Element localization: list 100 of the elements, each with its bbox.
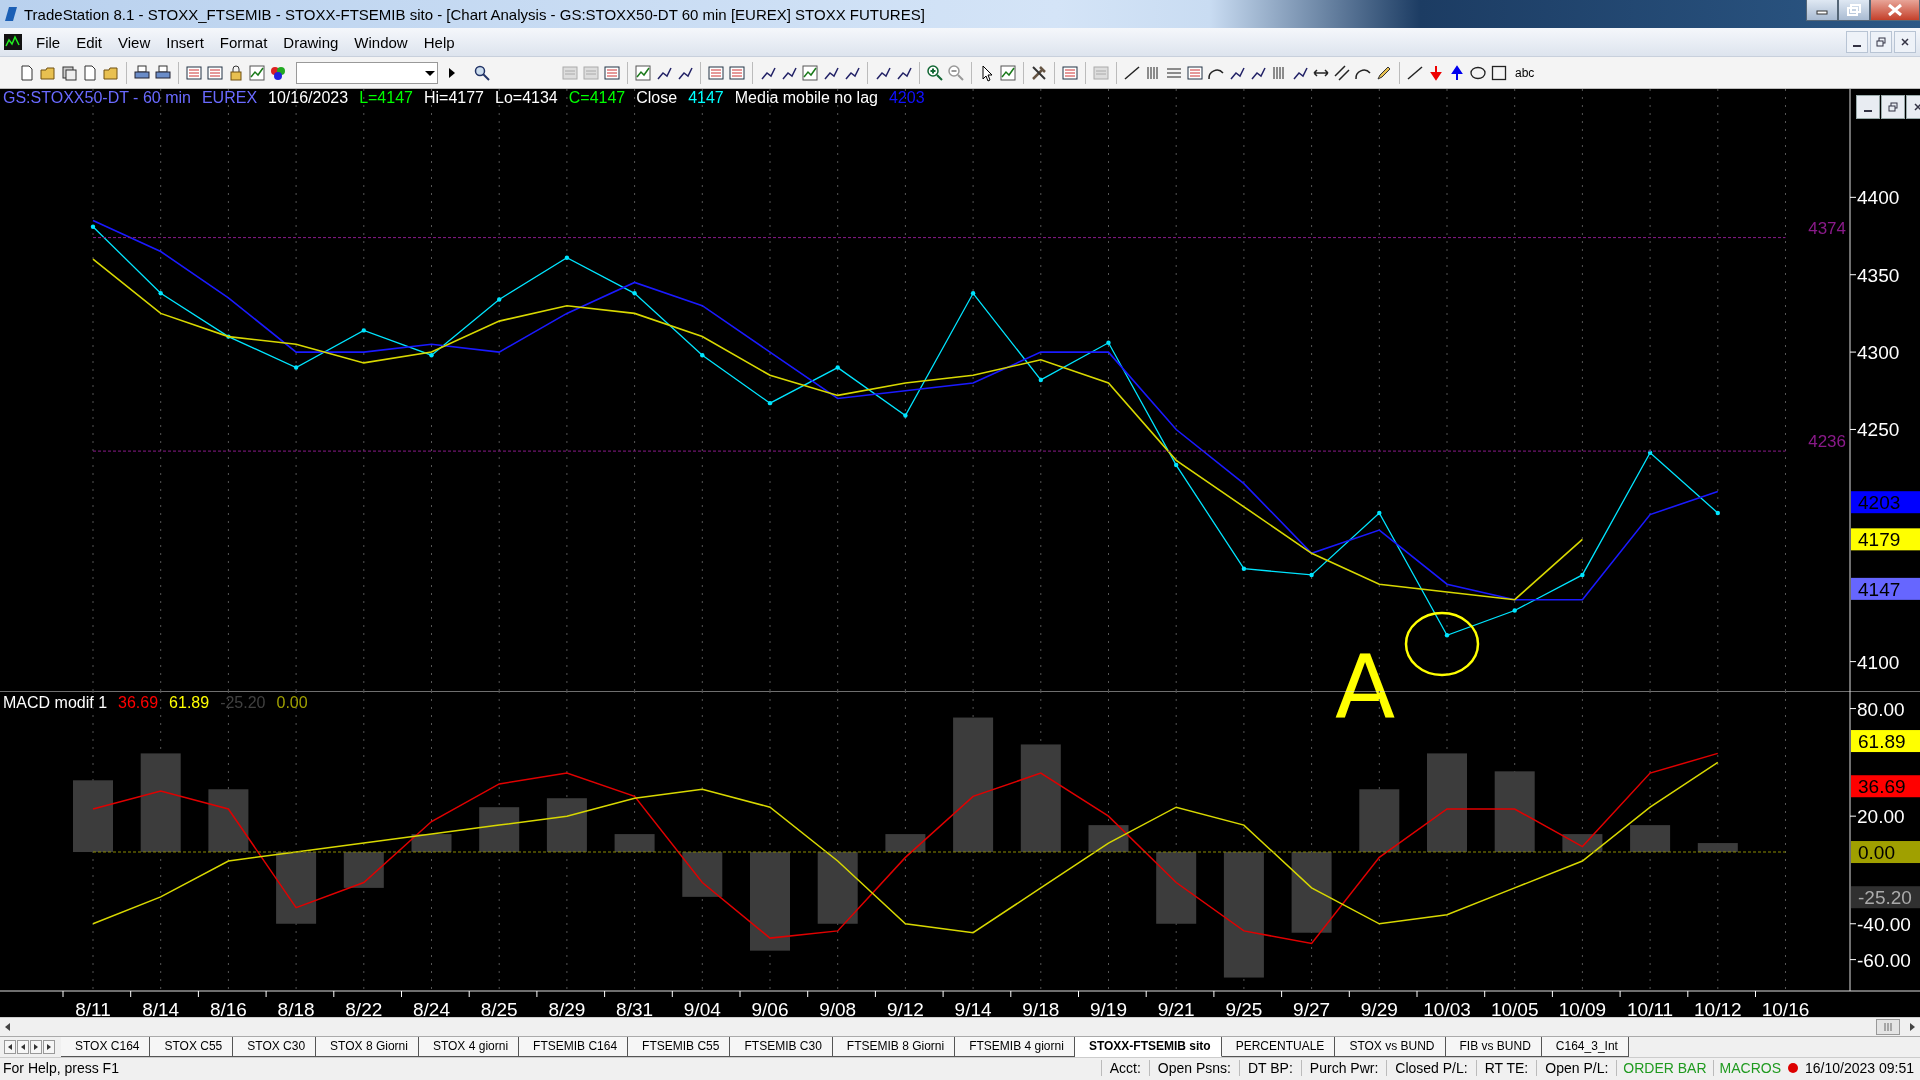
date-label: 10/09 [1558, 999, 1607, 1017]
date-label: 8/25 [480, 999, 518, 1017]
menu-item[interactable]: Edit [68, 33, 111, 51]
date-label: 8/29 [548, 999, 586, 1017]
axis-label: 4350 [1857, 264, 1900, 286]
legend-text: 4147 [688, 89, 724, 107]
axis-label: -40.00 [1857, 913, 1911, 935]
sheet-tab[interactable]: FTSEMIB C164 [519, 1037, 629, 1057]
diagonal-line-icon[interactable] [1123, 63, 1141, 82]
restore-icon [1888, 102, 1898, 112]
list-window-icon[interactable] [206, 63, 224, 82]
date-label: 8/22 [345, 999, 383, 1017]
new-document-icon[interactable] [81, 63, 99, 82]
close-button[interactable] [1894, 31, 1916, 53]
printer-icon[interactable] [133, 63, 151, 82]
handwritten-letter: A [1335, 635, 1396, 738]
legend-text: -25.20 [220, 694, 266, 712]
down-arrow-icon[interactable] [1427, 63, 1445, 82]
sheet-tab[interactable]: STOX 4 giorni [418, 1037, 520, 1057]
sheet-tab[interactable]: STOX vs BUND [1335, 1037, 1446, 1057]
status-field: RT TE: [1475, 1060, 1537, 1076]
axis-label: 4300 [1857, 342, 1900, 364]
axis-label: 4250 [1857, 419, 1900, 441]
symbol-dropdown[interactable] [296, 61, 438, 84]
maximize-button[interactable] [1838, 0, 1870, 21]
diagonal-line-icon[interactable] [1406, 63, 1424, 82]
sheet-tab[interactable]: FTSEMIB C55 [628, 1037, 731, 1057]
sheet-tab[interactable]: STOX C55 [150, 1037, 234, 1057]
legend-text: 61.89 [169, 694, 210, 712]
histogram-bar [1630, 825, 1671, 853]
close-icon [1913, 102, 1920, 112]
sheet-tab[interactable]: FTSEMIB 4 giorni [955, 1037, 1075, 1057]
grip-icon [1883, 1023, 1893, 1031]
close-button[interactable] [1870, 0, 1920, 21]
date-label: 9/14 [954, 999, 992, 1017]
date-label: 10/03 [1423, 999, 1471, 1017]
new-document-icon[interactable] [18, 63, 36, 82]
menu-item[interactable]: Format [211, 33, 276, 51]
scroll-thumb[interactable] [1876, 1019, 1900, 1035]
sheet-tab[interactable]: FTSEMIB C30 [730, 1037, 833, 1057]
status-field: Purch Pwr: [1300, 1060, 1387, 1076]
sheet-tab[interactable]: FIB vs BUND [1445, 1037, 1542, 1057]
sheet-tab[interactable]: C164_3_Int [1541, 1037, 1629, 1057]
sheet-tab[interactable]: FTSEMIB 8 Giorni [832, 1037, 956, 1057]
price-tag: 4203 [1851, 491, 1920, 514]
menu-item[interactable]: File [28, 33, 69, 51]
value-tag: 0.00 [1851, 841, 1920, 864]
list-window-icon[interactable] [1061, 63, 1079, 82]
histogram-bar [1697, 843, 1738, 853]
list-window-icon[interactable] [707, 63, 725, 82]
value-tag: 36.69 [1851, 775, 1920, 798]
chart-icon[interactable] [634, 63, 652, 82]
legend-text: 4203 [888, 89, 925, 107]
date-label: 9/27 [1293, 999, 1331, 1017]
restore-button[interactable] [1870, 31, 1892, 53]
list-window-icon[interactable] [603, 63, 621, 82]
reference-label: 4374 [1808, 218, 1846, 238]
sheet-tab[interactable]: STOX C30 [233, 1037, 317, 1057]
lock-icon[interactable] [227, 63, 245, 82]
legend-text: EUREX [201, 89, 258, 107]
rectangle-icon[interactable] [1490, 63, 1508, 82]
magnifier-icon[interactable] [473, 63, 491, 82]
sheet-tab[interactable]: STOX 8 Giorni [316, 1037, 419, 1057]
chart-icon[interactable] [999, 63, 1017, 82]
menu-item[interactable]: Insert [158, 33, 212, 51]
text-tool[interactable]: abc [1511, 65, 1539, 80]
status-field: DT BP: [1238, 1060, 1301, 1076]
menu-item[interactable]: Help [415, 33, 463, 51]
chart-icon [4, 34, 22, 50]
status-field: Open Psns: [1148, 1060, 1239, 1076]
menu-item[interactable]: Window [346, 33, 416, 51]
histogram-bar [546, 798, 587, 853]
minimize-button[interactable] [1846, 31, 1868, 53]
documents-icon[interactable] [60, 63, 78, 82]
parallel-lines-icon[interactable] [1333, 63, 1351, 82]
menu-item[interactable]: View [110, 33, 159, 51]
tools-icon[interactable] [1030, 63, 1048, 82]
axis-label: 4100 [1857, 651, 1900, 673]
list-window-icon[interactable] [185, 63, 203, 82]
chart-icon[interactable] [801, 63, 819, 82]
chart-icon[interactable] [248, 63, 266, 82]
printer-icon[interactable] [154, 63, 172, 82]
minimize-button[interactable] [1806, 0, 1838, 21]
date-label: 8/31 [616, 999, 654, 1017]
zoom-in-icon[interactable] [926, 63, 944, 82]
legend-text: L=4147 [359, 89, 413, 107]
list-window-icon[interactable] [728, 63, 746, 82]
sheet-tab[interactable]: STOXX-FTSEMIB sito [1074, 1037, 1222, 1057]
date-label: 9/08 [819, 999, 857, 1017]
histogram-bar [1359, 789, 1400, 853]
status-dot-icon [1787, 1062, 1799, 1074]
date-label: 10/11 [1627, 999, 1674, 1017]
menu-item[interactable]: Drawing [275, 33, 347, 51]
minimize-button[interactable] [1856, 95, 1880, 119]
up-arrow-icon[interactable] [1448, 63, 1466, 82]
histogram-bar [276, 852, 317, 924]
restore-icon [1876, 37, 1886, 47]
histogram-bar [479, 807, 520, 853]
sheet-tab[interactable]: PERCENTUALE [1221, 1037, 1336, 1057]
sheet-tab[interactable]: STOX C164 [61, 1037, 151, 1057]
